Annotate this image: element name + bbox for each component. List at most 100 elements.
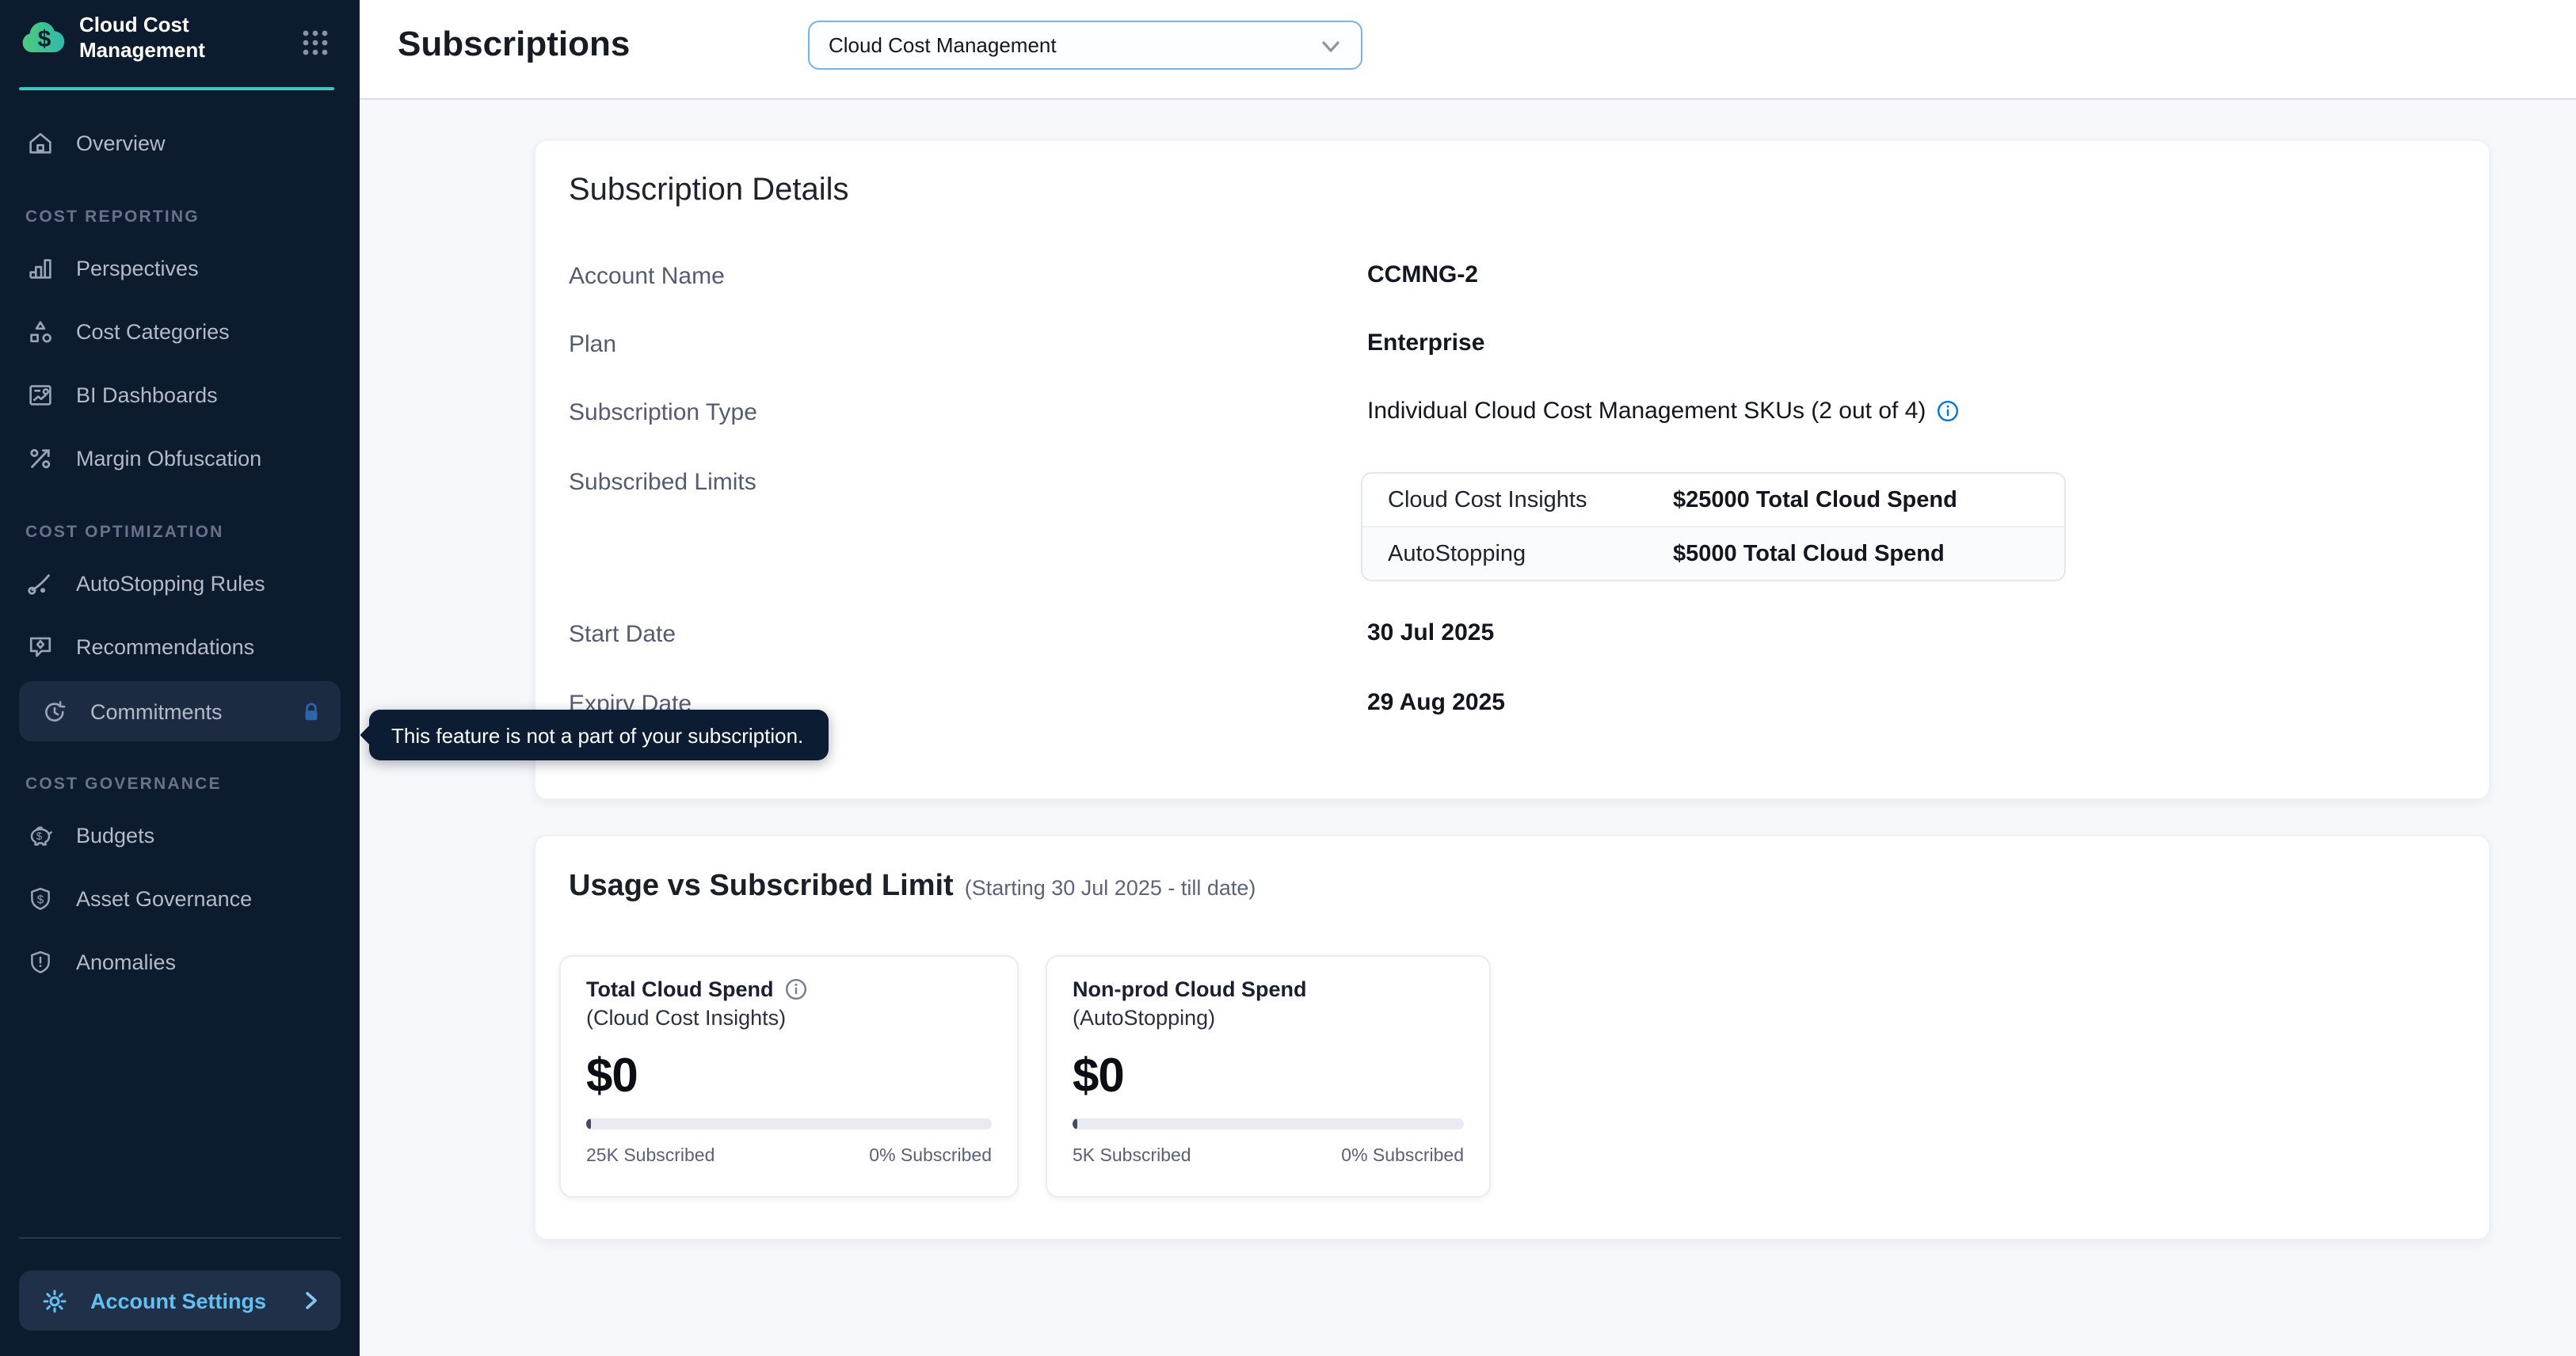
sidebar-item-anomalies[interactable]: Anomalies <box>0 930 360 993</box>
plan-value: Enterprise <box>1367 329 1484 356</box>
sidebar-item-commitments[interactable]: Commitments <box>19 681 341 741</box>
subscribed-limits-table: Cloud Cost Insights $25000 Total Cloud S… <box>1361 472 2066 581</box>
shapes-icon <box>25 316 55 346</box>
usage-card: Usage vs Subscribed Limit (Starting 30 J… <box>534 835 2490 1240</box>
sidebar-item-margin-obfuscation[interactable]: Margin Obfuscation <box>0 426 360 489</box>
chart-icon <box>25 253 55 283</box>
page-title: Subscriptions <box>398 24 630 65</box>
usage-progress-bar <box>1073 1118 1464 1129</box>
svg-text:$: $ <box>38 26 51 52</box>
total-cloud-spend-card: Total Cloud Spend (Cloud Cost Insights) … <box>559 955 1019 1198</box>
nav-section-label: COST OPTIMIZATION <box>25 523 360 542</box>
stat-amount: $0 <box>586 1050 992 1104</box>
sidebar-nav: Overview COST REPORTING Perspectives Cost C… <box>0 90 360 1202</box>
svg-text:$: $ <box>36 829 43 841</box>
usage-subtitle: (Starting 30 Jul 2025 - till date) <box>965 876 1256 900</box>
autostopping-icon <box>25 568 55 598</box>
subscription-type-label: Subscription Type <box>569 399 757 426</box>
sidebar-item-label: Recommendations <box>76 634 254 658</box>
top-bar: Subscriptions Cloud Cost Management <box>360 0 2576 100</box>
stat-title-text: Total Cloud Spend <box>586 977 774 1001</box>
subscribed-percent: 0% Subscribed <box>1341 1147 1464 1166</box>
percent-icon <box>25 443 55 473</box>
module-select[interactable]: Cloud Cost Management <box>808 21 1362 70</box>
chevron-right-icon <box>299 1289 322 1312</box>
stat-amount: $0 <box>1073 1050 1464 1104</box>
sidebar-item-recommendations[interactable]: Recommendations <box>0 615 360 678</box>
sidebar-item-label: Margin Obfuscation <box>76 446 261 470</box>
start-date-label: Start Date <box>569 621 676 648</box>
subscribed-percent: 0% Subscribed <box>869 1147 992 1166</box>
sidebar-item-asset-governance[interactable]: $ Asset Governance <box>0 867 360 930</box>
account-name-label: Account Name <box>569 263 725 290</box>
sidebar-item-label: Anomalies <box>76 950 176 973</box>
sidebar-divider <box>19 1237 341 1239</box>
usage-header: Usage vs Subscribed Limit (Starting 30 J… <box>569 870 1256 905</box>
info-icon[interactable] <box>1935 399 1959 423</box>
app-switcher-grid-icon[interactable] <box>299 27 331 59</box>
stat-subtitle: (Cloud Cost Insights) <box>586 1006 992 1030</box>
sidebar-item-label: Budgets <box>76 823 154 847</box>
table-row: Cloud Cost Insights $25000 Total Cloud S… <box>1362 474 2064 526</box>
gear-icon <box>40 1286 70 1316</box>
shield-dollar-icon: $ <box>25 883 55 913</box>
sku-name: Cloud Cost Insights <box>1388 487 1673 512</box>
nav-section-label: COST GOVERNANCE <box>25 775 360 794</box>
sidebar-item-label: Asset Governance <box>76 886 252 910</box>
expiry-date-value: 29 Aug 2025 <box>1367 689 1505 716</box>
piggy-bank-icon: $ <box>25 820 55 850</box>
subscribed-limits-label: Subscribed Limits <box>569 469 756 496</box>
cloud-cost-logo-icon: $ <box>19 14 70 62</box>
module-accent-line <box>19 87 334 90</box>
home-icon <box>25 128 55 158</box>
module-select-value: Cloud Cost Management <box>829 33 1057 57</box>
plan-label: Plan <box>569 331 616 358</box>
sidebar-header: $ Cloud Cost Management <box>0 0 360 90</box>
stat-footer: 25K Subscribed 0% Subscribed <box>586 1147 992 1166</box>
tooltip-text: This feature is not a part of your subsc… <box>391 723 803 747</box>
subscribed-amount: 25K Subscribed <box>586 1147 714 1166</box>
dashboard-icon <box>25 379 55 409</box>
sidebar-item-cost-categories[interactable]: Cost Categories <box>0 299 360 363</box>
usage-title: Usage vs Subscribed Limit <box>569 870 954 905</box>
sidebar-item-label: Overview <box>76 131 166 154</box>
sku-limit: $5000 Total Cloud Spend <box>1673 541 1945 566</box>
start-date-value: 30 Jul 2025 <box>1367 619 1494 646</box>
stat-subtitle: (AutoStopping) <box>1073 1006 1464 1030</box>
screen: $ Cloud Cost Management Overview COST REP… <box>0 0 2576 1356</box>
usage-progress-bar <box>586 1118 992 1129</box>
sku-limit: $25000 Total Cloud Spend <box>1673 487 1957 512</box>
sidebar-item-account-settings[interactable]: Account Settings <box>19 1270 341 1331</box>
subscribed-amount: 5K Subscribed <box>1073 1147 1191 1166</box>
sidebar-item-perspectives[interactable]: Perspectives <box>0 236 360 299</box>
svg-text:$: $ <box>37 892 44 905</box>
account-name-value: CCMNG-2 <box>1367 261 1478 288</box>
sidebar-item-autostopping-rules[interactable]: AutoStopping Rules <box>0 551 360 615</box>
sidebar-item-label: Perspectives <box>76 256 199 280</box>
recommendation-icon <box>25 631 55 661</box>
sidebar-footer: Account Settings <box>19 1270 341 1331</box>
subscription-type-text: Individual Cloud Cost Management SKUs (2… <box>1367 398 1926 425</box>
info-icon[interactable] <box>785 977 809 1001</box>
nav-section-label: COST REPORTING <box>25 208 360 227</box>
sidebar-item-label: Account Settings <box>90 1289 266 1312</box>
sidebar-item-label: BI Dashboards <box>76 383 218 406</box>
shield-alert-icon <box>25 947 55 977</box>
app-title: Cloud Cost Management <box>79 13 269 63</box>
stat-title: Total Cloud Spend <box>586 977 992 1001</box>
sidebar-item-bi-dashboards[interactable]: BI Dashboards <box>0 363 360 426</box>
stat-title-text: Non-prod Cloud Spend <box>1073 977 1306 1001</box>
subscription-details-title: Subscription Details <box>569 173 849 209</box>
subscription-tooltip: This feature is not a part of your subsc… <box>369 710 829 760</box>
stat-footer: 5K Subscribed 0% Subscribed <box>1073 1147 1464 1166</box>
sidebar-item-label: Commitments <box>90 699 223 723</box>
subscription-type-value: Individual Cloud Cost Management SKUs (2… <box>1367 398 1959 425</box>
sidebar-item-budgets[interactable]: $ Budgets <box>0 803 360 867</box>
subscription-details-card: Subscription Details Account Name CCMNG-… <box>534 139 2490 800</box>
sku-name: AutoStopping <box>1388 541 1673 566</box>
chevron-down-icon <box>1320 34 1342 56</box>
sidebar-item-overview[interactable]: Overview <box>0 111 360 174</box>
sidebar-item-label: AutoStopping Rules <box>76 571 265 595</box>
sidebar-item-label: Cost Categories <box>76 319 230 343</box>
stat-title: Non-prod Cloud Spend <box>1073 977 1464 1001</box>
